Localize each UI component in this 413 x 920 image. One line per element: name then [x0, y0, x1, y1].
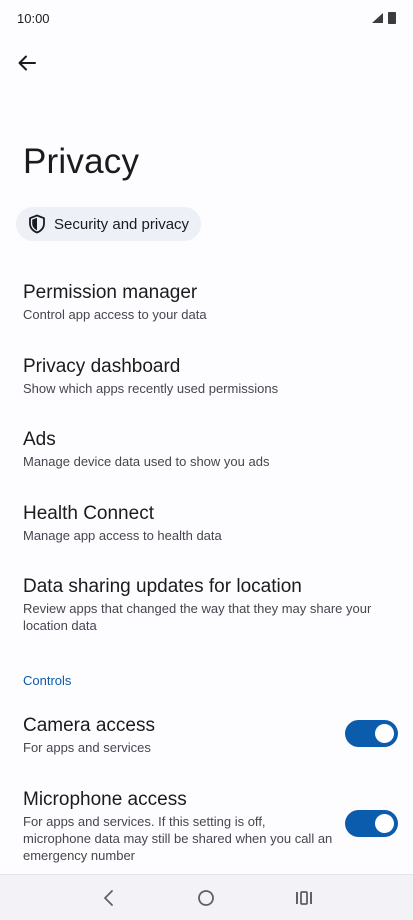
microphone-access-row[interactable]: Microphone access For apps and services.…	[23, 788, 398, 864]
list-item-data-sharing-updates[interactable]: Data sharing updates for location Review…	[23, 575, 398, 634]
item-summary: Review apps that changed the way that th…	[23, 601, 372, 633]
item-title: Ads	[23, 429, 56, 450]
camera-access-switch[interactable]	[345, 720, 398, 747]
microphone-access-switch[interactable]	[345, 810, 398, 837]
wifi-icon	[372, 13, 383, 23]
list-item-ads[interactable]: Ads Manage device data used to show you …	[23, 428, 398, 470]
item-title: Permission manager	[23, 282, 198, 303]
item-title: Privacy dashboard	[23, 356, 181, 377]
controls-section-header: Controls	[23, 673, 72, 688]
list-item-health-connect[interactable]: Health Connect Manage app access to heal…	[23, 502, 398, 544]
security-and-privacy-chip[interactable]: Security and privacy	[16, 207, 202, 241]
item-title: Data sharing updates for location	[23, 576, 302, 597]
nav-home-button[interactable]	[186, 878, 226, 918]
back-button[interactable]	[10, 46, 44, 80]
toggle-title: Camera access	[23, 715, 155, 736]
item-summary: Manage app access to health data	[23, 528, 222, 543]
toggle-title: Microphone access	[23, 789, 187, 810]
arrow-left-icon	[18, 55, 36, 71]
navigation-bar	[0, 874, 413, 920]
list-item-privacy-dashboard[interactable]: Privacy dashboard Show which apps recent…	[23, 355, 398, 397]
page-title: Privacy	[23, 142, 140, 181]
nav-recents-button[interactable]	[284, 878, 324, 918]
item-summary: Control app access to your data	[23, 307, 207, 322]
status-icons	[371, 11, 397, 25]
item-summary: Show which apps recently used permission…	[23, 381, 279, 396]
item-title: Health Connect	[23, 503, 154, 524]
shield-icon	[27, 214, 47, 234]
list-item-permission-manager[interactable]: Permission manager Control app access to…	[23, 281, 398, 323]
status-bar: 10:00	[0, 0, 413, 36]
camera-access-row[interactable]: Camera access For apps and services	[23, 714, 398, 756]
status-time: 10:00	[17, 10, 50, 26]
chip-label: Security and privacy	[54, 215, 190, 233]
recents-nav-icon	[296, 890, 313, 905]
switch-thumb	[375, 814, 394, 833]
item-summary: Manage device data used to show you ads	[23, 454, 270, 469]
back-nav-icon	[103, 889, 113, 906]
toggle-summary: For apps and services. If this setting i…	[23, 814, 333, 863]
nav-back-button[interactable]	[89, 878, 129, 918]
home-nav-icon	[198, 889, 215, 906]
signal-icon	[388, 12, 396, 24]
switch-thumb	[375, 724, 394, 743]
toggle-summary: For apps and services	[23, 740, 151, 755]
